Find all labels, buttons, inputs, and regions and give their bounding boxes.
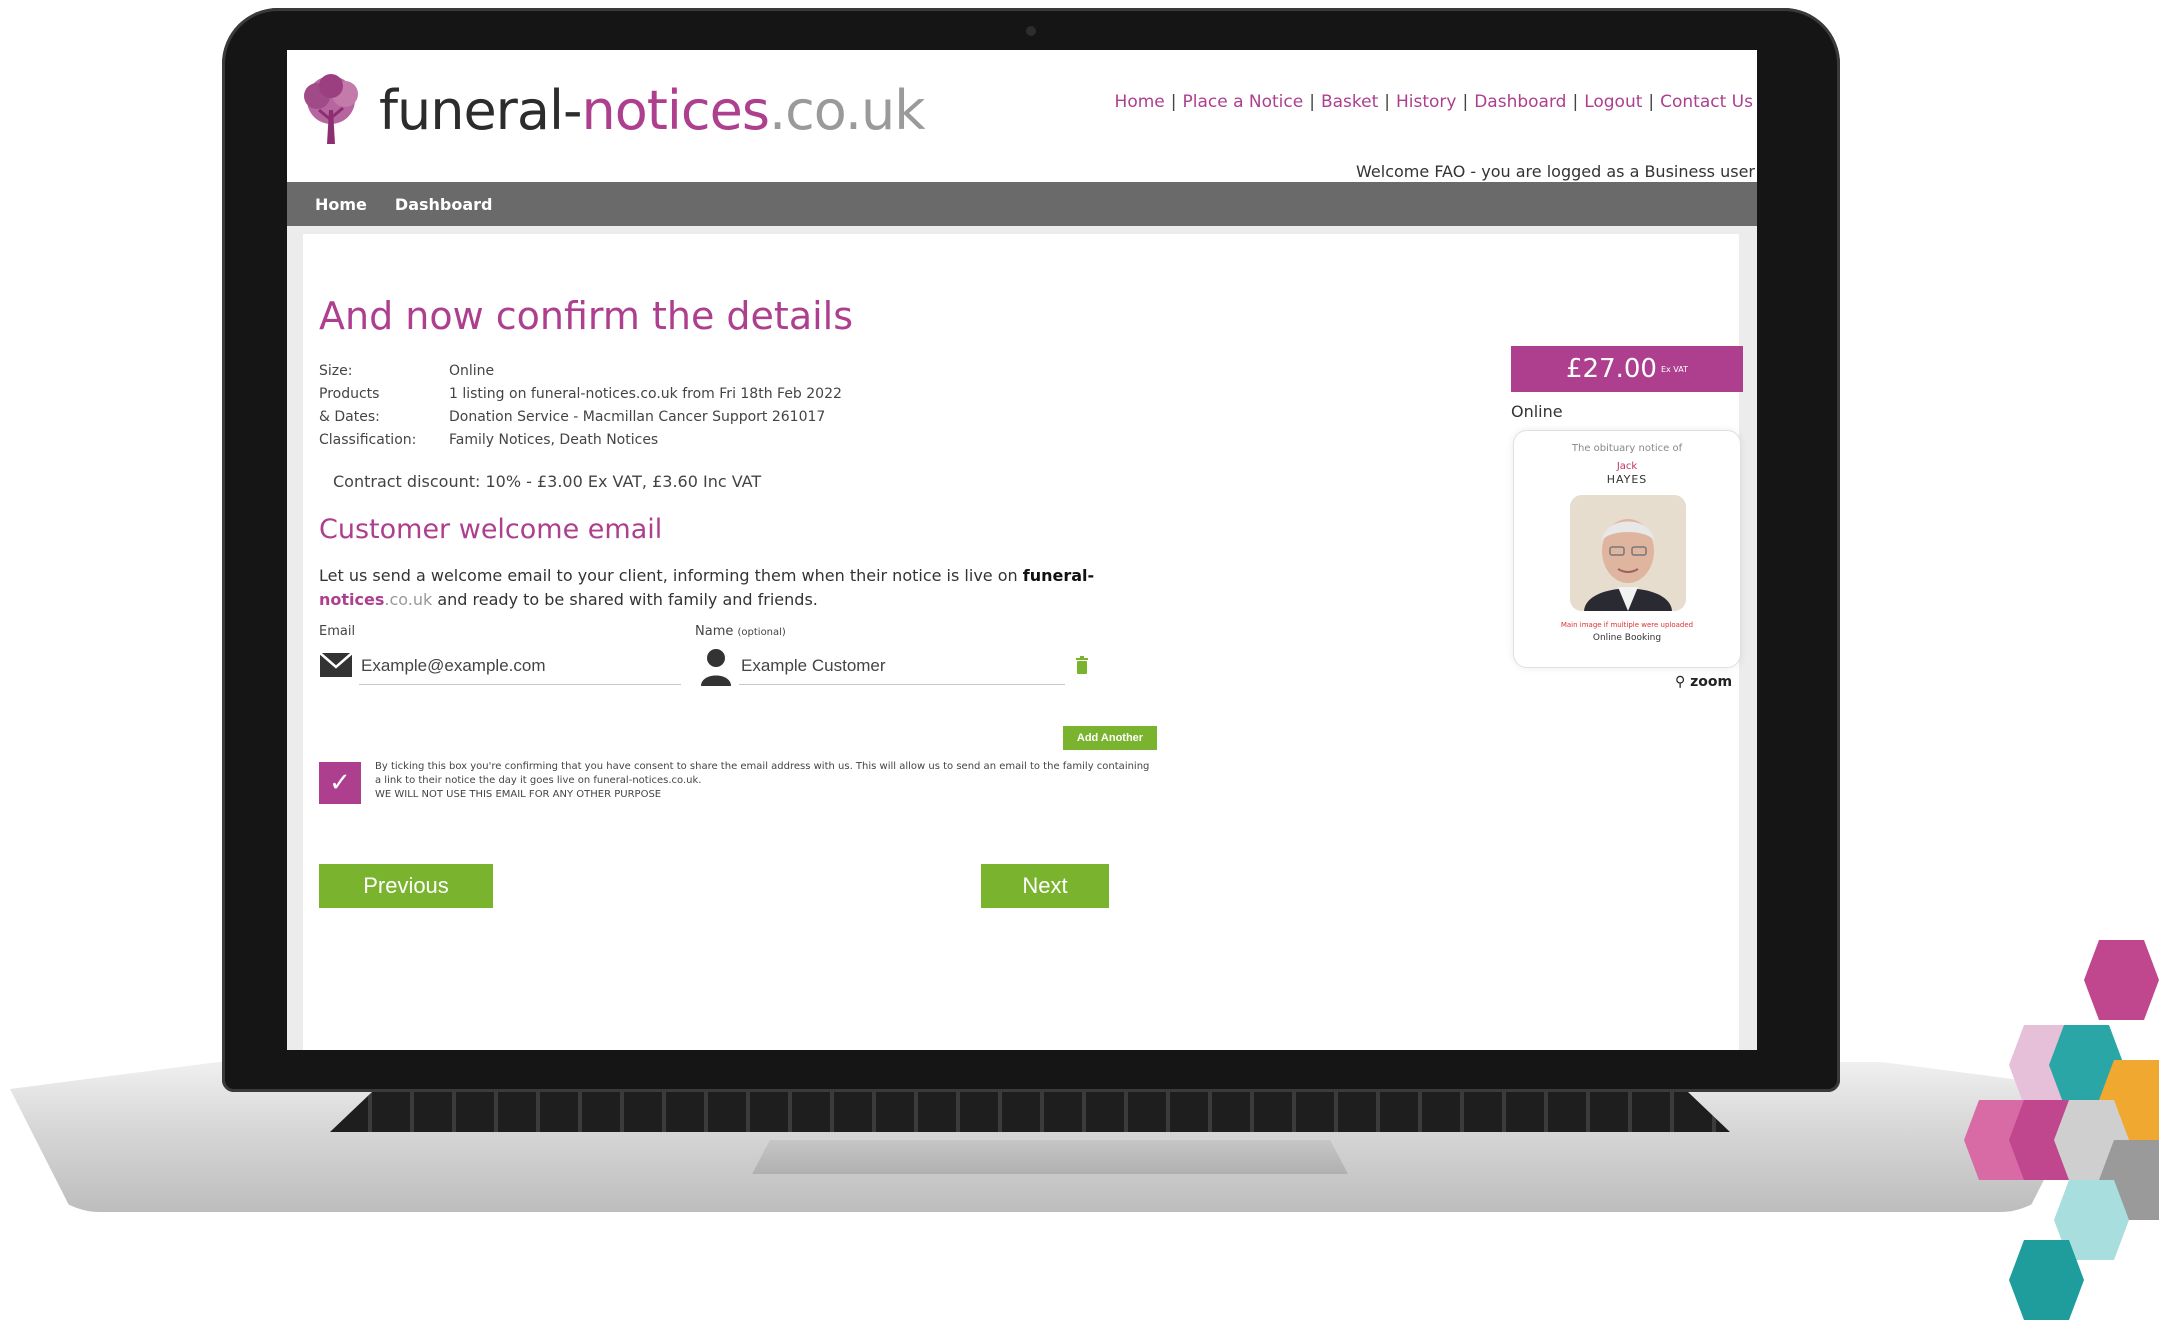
name-optional-note: (optional) bbox=[737, 627, 786, 638]
logo-part-2: notices bbox=[581, 78, 769, 142]
welcome-email-intro: Let us send a welcome email to your clie… bbox=[319, 564, 1139, 612]
top-links: Home | Place a Notice | Basket | History | D… bbox=[1115, 92, 1753, 112]
name-label: Name (optional) bbox=[695, 624, 786, 639]
nav-item-home[interactable]: Home bbox=[315, 195, 367, 214]
top-link-dashboard[interactable]: Dashboard bbox=[1474, 92, 1566, 112]
portrait-image bbox=[1570, 495, 1686, 611]
link-separator: | bbox=[1309, 92, 1315, 112]
intro-brand-c: .co.uk bbox=[384, 590, 433, 609]
price-value: £27.00 bbox=[1565, 354, 1657, 384]
checkmark-icon: ✓ bbox=[329, 768, 351, 798]
intro-brand-b: notices bbox=[319, 590, 385, 609]
preview-last-name: HAYES bbox=[1606, 473, 1648, 486]
hexagon-decoration bbox=[1964, 940, 2159, 1320]
top-link-history[interactable]: History bbox=[1396, 92, 1456, 112]
user-icon bbox=[701, 649, 731, 686]
detail-row: Size: Online bbox=[319, 360, 842, 383]
trash-icon[interactable] bbox=[1075, 656, 1089, 674]
detail-label: Products bbox=[319, 386, 380, 402]
content-wrap: And now confirm the details Size: Online… bbox=[287, 226, 1757, 1050]
detail-value: Family Notices, Death Notices bbox=[449, 432, 659, 448]
nav-bar: Home Dashboard bbox=[287, 182, 1757, 226]
logo-part-1: funeral- bbox=[379, 78, 582, 142]
detail-value: 1 listing on funeral-notices.co.uk from … bbox=[449, 386, 842, 402]
intro-text-2: and ready to be shared with family and f… bbox=[432, 590, 818, 609]
detail-value: Donation Service - Macmillan Cancer Supp… bbox=[449, 409, 826, 425]
laptop-screen: funeral-notices.co.uk Home | Place a Noti… bbox=[287, 50, 1757, 1050]
welcome-message: Welcome FAO - you are logged as a Busine… bbox=[1356, 162, 1755, 181]
camera-icon bbox=[1026, 26, 1036, 36]
top-link-home[interactable]: Home bbox=[1115, 92, 1165, 112]
preview-photo bbox=[1570, 495, 1686, 611]
preview-size-label: Online bbox=[1511, 402, 1563, 421]
tree-logo-icon bbox=[304, 74, 358, 144]
page-title: And now confirm the details bbox=[319, 294, 854, 338]
laptop-keyboard bbox=[330, 1092, 1730, 1132]
preview-first-name: Jack bbox=[1616, 461, 1638, 472]
intro-brand-a: funeral- bbox=[1022, 566, 1095, 585]
detail-label: & Dates: bbox=[319, 409, 380, 425]
consent-line-2: WE WILL NOT USE THIS EMAIL FOR ANY OTHER… bbox=[375, 789, 662, 800]
preview-intro-line: The obituary notice of bbox=[1571, 443, 1683, 454]
laptop-trackpad bbox=[752, 1140, 1348, 1174]
consent-line-1: By ticking this box you're confirming th… bbox=[375, 761, 1150, 786]
nav-item-dashboard[interactable]: Dashboard bbox=[395, 195, 493, 214]
detail-value: Online bbox=[449, 363, 495, 379]
top-link-place-notice[interactable]: Place a Notice bbox=[1182, 92, 1303, 112]
price-badge: £27.00 Ex VAT bbox=[1511, 346, 1743, 392]
site-header: funeral-notices.co.uk Home | Place a Noti… bbox=[287, 50, 1757, 200]
site-logo[interactable]: funeral-notices.co.uk bbox=[291, 70, 926, 150]
detail-row: & Dates: Donation Service - Macmillan Ca… bbox=[319, 406, 842, 429]
magnifier-icon: ⚲ bbox=[1675, 674, 1686, 690]
name-field[interactable] bbox=[739, 648, 1065, 685]
link-separator: | bbox=[1462, 92, 1469, 112]
envelope-icon bbox=[319, 652, 353, 677]
top-link-basket[interactable]: Basket bbox=[1321, 92, 1378, 112]
zoom-label: zoom bbox=[1690, 674, 1733, 690]
welcome-email-title: Customer welcome email bbox=[319, 514, 663, 545]
top-link-contact[interactable]: Contact Us bbox=[1660, 92, 1753, 112]
detail-label: Size: bbox=[319, 363, 353, 379]
logo-wordmark: funeral-notices.co.uk bbox=[379, 78, 926, 142]
consent-text: By ticking this box you're confirming th… bbox=[375, 760, 1155, 802]
preview-booking: Online Booking bbox=[1592, 633, 1662, 643]
link-separator: | bbox=[1384, 92, 1390, 112]
top-link-logout[interactable]: Logout bbox=[1584, 92, 1642, 112]
previous-button[interactable]: Previous bbox=[319, 864, 493, 908]
add-another-button[interactable]: Add Another bbox=[1063, 726, 1157, 750]
detail-row: Products 1 listing on funeral-notices.co… bbox=[319, 383, 842, 406]
email-field[interactable] bbox=[359, 648, 681, 685]
intro-text-1: Let us send a welcome email to your clie… bbox=[319, 566, 1023, 585]
link-separator: | bbox=[1648, 92, 1655, 112]
consent-checkbox[interactable]: ✓ bbox=[319, 762, 361, 804]
laptop-lid: funeral-notices.co.uk Home | Place a Noti… bbox=[222, 8, 1840, 1092]
price-note: Ex VAT bbox=[1660, 364, 1688, 374]
email-label: Email bbox=[319, 624, 356, 639]
link-separator: | bbox=[1572, 92, 1579, 112]
name-label-text: Name bbox=[695, 624, 734, 639]
main-content: And now confirm the details Size: Online… bbox=[303, 234, 1743, 1050]
preview-warning: Main image if multiple were uploaded bbox=[1560, 621, 1694, 629]
contract-discount: Contract discount: 10% - £3.00 Ex VAT, £… bbox=[333, 472, 762, 491]
logo-part-3: .co.uk bbox=[768, 78, 926, 142]
link-separator: | bbox=[1170, 92, 1177, 112]
detail-label: Classification: bbox=[319, 432, 417, 448]
zoom-link[interactable]: ⚲ zoom bbox=[1675, 674, 1732, 690]
notice-preview-card[interactable]: The obituary notice of Jack HAYES Main i… bbox=[1513, 430, 1741, 668]
order-details: Size: Online Products 1 listing on funer… bbox=[319, 360, 842, 452]
detail-row: Classification: Family Notices, Death No… bbox=[319, 429, 842, 452]
next-button[interactable]: Next bbox=[981, 864, 1109, 908]
